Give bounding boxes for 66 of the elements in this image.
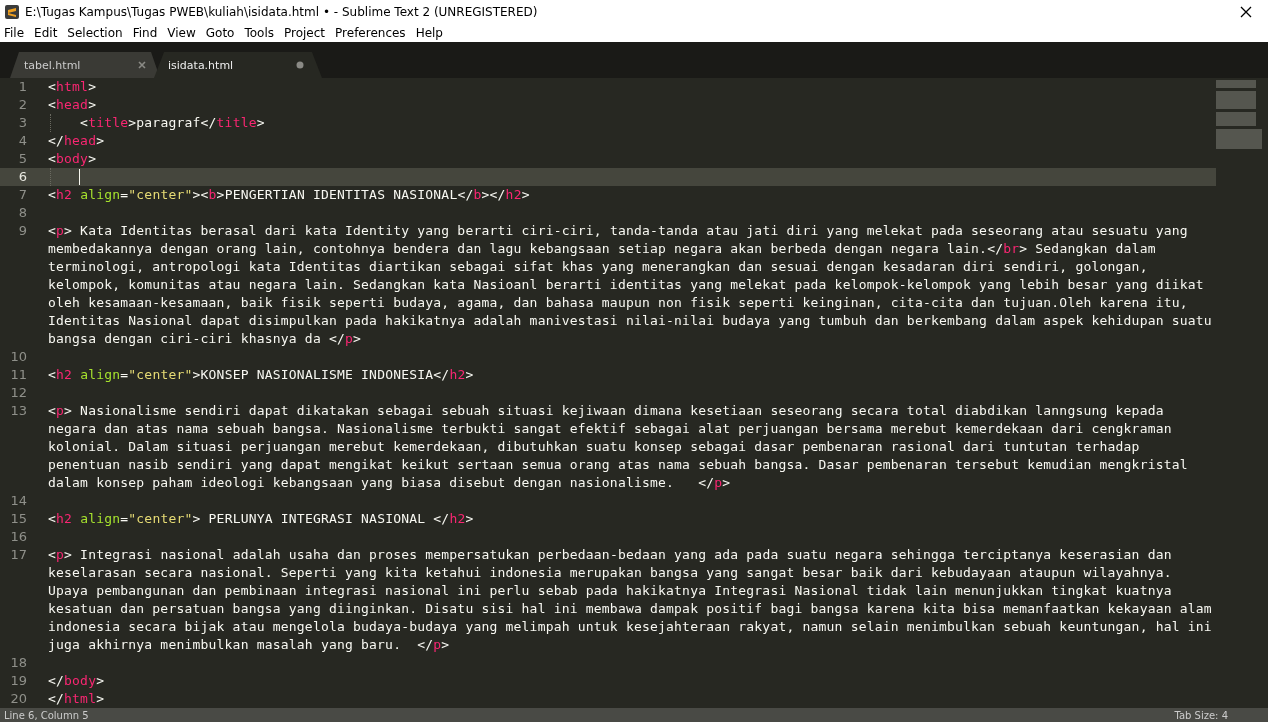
line-number: 16: [9, 528, 27, 546]
code-line: <p> Kata Identitas berasal dari kata Identity yang berarti ciri-ciri, tanda-tanda atau jati diri yang melekat pada seseorang atau sesuatu yang: [48, 222, 1189, 240]
window-title: E:\Tugas Kampus\Tugas PWEB\kuliah\isidata.html • - Sublime Text 2 (UNREGISTERED): [25, 5, 539, 19]
code-line: juga akhirnya menimbulkan masalah yang baru. </p>: [48, 636, 451, 654]
code-line: <body>: [48, 150, 97, 168]
code-line: kelompok, komunitas atau negara lain. Sedangkan kata Nasioanl berarti identitas yang melekat pada kelompok-kelompok yang lebih besar yang diikat: [48, 276, 1205, 294]
line-number: 10: [9, 348, 27, 366]
line-number: 13: [9, 402, 27, 420]
code-line: penentuan nasib sendiri yang dapat mengikat keikut sertaan semua orang atas nama sebuah bangsa. Dasar pembenaran tersebut kemudian mengkristal: [48, 456, 1188, 474]
app-logo-icon: [4, 4, 20, 20]
code-line: Identitas Nasional dapat disimpulkan pada hakikatnya adalah manivestasi nilai-nilai budaya yang tumbuh dan berkembang dalam aspek kehidupan suatu: [48, 312, 1212, 330]
code-line: <h2 align="center">KONSEP NASIONALISME INDONESIA</h2>: [48, 366, 474, 384]
line-number: 7: [17, 186, 27, 204]
file-tab[interactable]: isidata.html: [154, 52, 322, 78]
line-number: 3: [17, 114, 27, 132]
code-line: kolonial. Dalam situasi perjuangan merebut kemerdekaan, dibutuhkan suatu konsep sebagai dasar pembenaran rasional dari tuntutan terhadap: [48, 438, 1141, 456]
unsaved-dot-icon: [296, 61, 304, 69]
code-line: <title>paragraf</title>: [79, 114, 265, 132]
menu-item[interactable]: Tools: [242, 26, 280, 40]
menu-item[interactable]: Help: [413, 26, 449, 40]
menu-item[interactable]: Goto: [203, 26, 241, 40]
code-line: <h2 align="center"> PERLUNYA INTEGRASI NASIONAL </h2>: [48, 510, 474, 528]
menu-item[interactable]: Edit: [32, 26, 64, 40]
code-line: membedakannya dengan orang lain, contohnya bendera dan lagu kebangsaan setiap negara akan berbeda dengan negara lain.</br> Sedangkan dalam: [48, 240, 1157, 258]
line-number: 9: [17, 222, 27, 240]
menu-item[interactable]: File: [2, 26, 31, 40]
menu-item[interactable]: Find: [130, 26, 164, 40]
menu-item[interactable]: View: [165, 26, 202, 40]
line-number: 1: [17, 78, 27, 96]
code-line: <html>: [48, 78, 97, 96]
line-number: 14: [9, 492, 27, 510]
code-line: kesatuan dan persatuan bangsa yang diinginkan. Disatu sisi hal ini membawa dampak positif bagi bangsa karena kita bisa memanfaatkan kekayaan alam: [48, 600, 1212, 618]
code-line: negara dan atas nama sebuah bangsa. Nasionalisme terbukti sangat efektif sebagai alat perjuangan bersama merebut kemerdekaan dari cengkraman: [48, 420, 1173, 438]
code-line: Upaya pembangunan dan pembinaan integrasi nasional ini perlu sebab pada hakikatnya Integrasi Nasional tidak lain menunjukkan tingkat kuatnya: [48, 582, 1173, 600]
line-number: 8: [17, 204, 27, 222]
code-line: </head>: [48, 132, 105, 150]
menu-item[interactable]: Preferences: [333, 26, 412, 40]
line-number: 11: [9, 366, 27, 384]
line-number: 20: [9, 690, 27, 708]
code-line: bangsa dengan ciri-ciri khasnya da </p>: [48, 330, 363, 348]
cursor-position: Line 6, Column 5: [4, 709, 89, 721]
tab-size-setting[interactable]: Tab Size: 4: [1174, 709, 1228, 721]
code-line: <h2 align="center"><b>PENGERTIAN IDENTITAS NASIONAL</b></h2>: [48, 186, 530, 204]
code-line: oleh kesamaan-kesamaan, baik fisik seperti budaya, agama, dan bahasa maupun non fisik seperti keinginan, cita-cita dan tujuan.Oleh karena itu,: [48, 294, 1189, 312]
close-icon[interactable]: [1240, 6, 1252, 18]
menu-item[interactable]: Selection: [65, 26, 129, 40]
code-line: keselarasan secara nasional. Seperti yang kita ketahui indonesia merupakan bangsa yang sangat besar baik dari kebudayaan ataupun wilayahnya.: [48, 564, 1173, 582]
code-line: <p> Integrasi nasional adalah usaha dan proses mempersatukan perbedaan-bedaan yang ada pada suatu negara sehingga terciptanya keserasian dan: [48, 546, 1173, 564]
line-number: 19: [9, 672, 27, 690]
code-line: <p> Nasionalisme sendiri dapat dikatakan sebagai sebuah situasi kejiwaan dimana kesetiaan seseorang secara total diabdikan lanngsung kepada: [48, 402, 1165, 420]
text-cursor: [79, 169, 80, 185]
line-number: 18: [9, 654, 27, 672]
code-line: dalam konsep paham ideologi kebangsaan yang biasa disebut dengan nasionalisme. </p>: [48, 474, 732, 492]
line-number: 4: [17, 132, 27, 150]
line-number: 17: [9, 546, 27, 564]
code-line: <head>: [48, 96, 97, 114]
code-line: </body>: [48, 672, 105, 690]
line-number: 2: [17, 96, 27, 114]
line-number: 6: [17, 168, 27, 186]
line-number: 5: [17, 150, 27, 168]
code-line: indonesia secara bijak atau mengelola budaya-budaya yang melimpah untuk kesejahteraan rakyat, namun selain menimbulkan sebuah keuntungan, hal ini: [48, 618, 1212, 636]
line-number: 12: [9, 384, 27, 402]
code-line: </html>: [48, 690, 105, 708]
line-number: 15: [9, 510, 27, 528]
menu-item[interactable]: Project: [282, 26, 332, 40]
code-line: terminologi, antropologi kata Identitas diartikan sebagai sifat khas yang menerangkan dan sesuai dengan kesadaran diri sendiri, golongan,: [48, 258, 1149, 276]
